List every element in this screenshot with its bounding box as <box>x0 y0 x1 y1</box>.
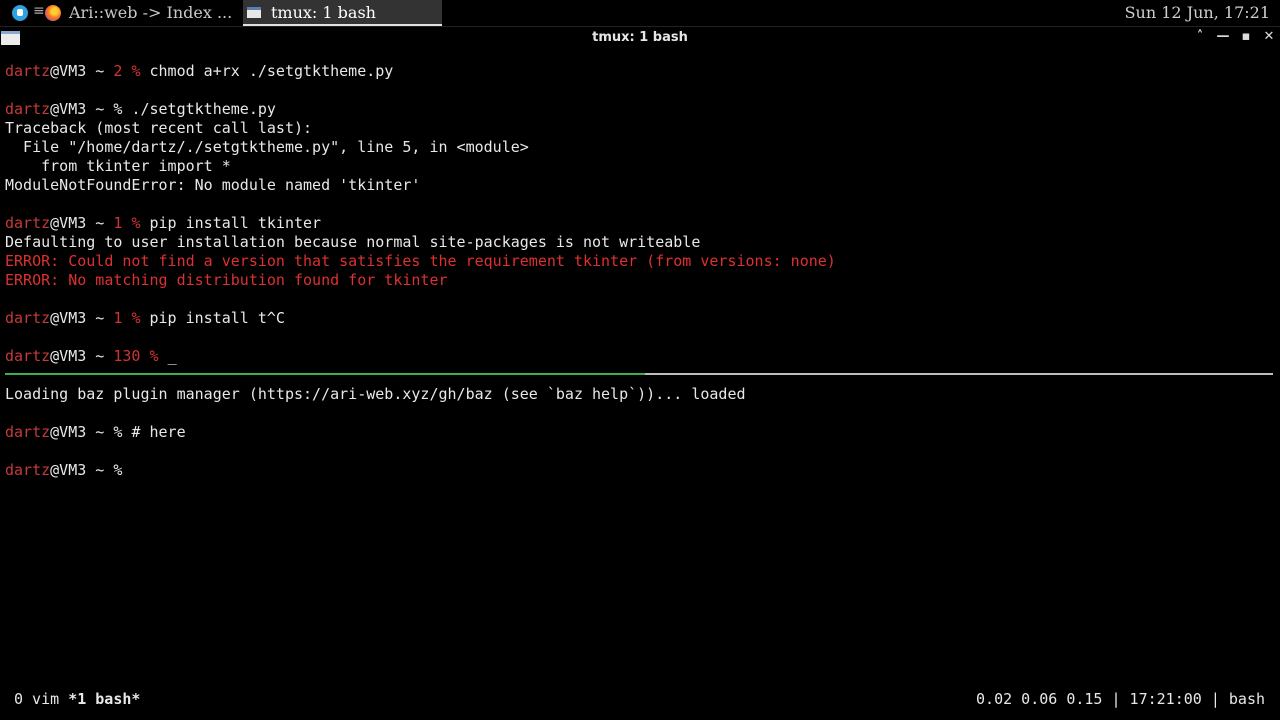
terminal-line: dartz@VM3 ~ % # here <box>5 423 186 441</box>
window-titlebar[interactable]: tmux: 1 bash ˄ — ▪ ✕ <box>0 26 1280 49</box>
top-panel: ≡ Ari::web -> Index ... tmux: 1 bash Sun… <box>0 0 1280 26</box>
terminal-line: dartz@VM3 ~ % ./setgtktheme.py <box>5 100 276 118</box>
tmux-window-vim[interactable]: 0 vim <box>14 690 59 708</box>
window-title: tmux: 1 bash <box>592 30 688 45</box>
tmux-pane-divider[interactable] <box>5 373 1273 375</box>
tmux-window-bash[interactable]: *1 bash* <box>68 690 140 708</box>
firefox-icon <box>45 5 61 21</box>
terminal-line: ModuleNotFoundError: No module named 'tk… <box>5 176 421 194</box>
terminal-line: dartz@VM3 ~ 130 % _ <box>5 347 177 365</box>
terminal-cursor: _ <box>167 347 177 365</box>
app-launcher-icon[interactable] <box>12 5 28 21</box>
terminal-line: Loading baz plugin manager (https://ari-… <box>5 385 746 403</box>
terminal-line: from tkinter import * <box>5 157 231 175</box>
terminal-icon <box>247 7 261 18</box>
tmux-status-right: 0.02 0.06 0.15 | 17:21:00 | bash <box>976 690 1265 708</box>
close-button[interactable]: ✕ <box>1261 29 1277 45</box>
terminal-line: File "/home/dartz/./setgtktheme.py", lin… <box>5 138 529 156</box>
terminal-prompt-line[interactable]: dartz@VM3 ~ % <box>5 461 131 480</box>
panel-clock[interactable]: Sun 12 Jun, 17:21 <box>1125 0 1270 26</box>
taskbar-item-label: tmux: 1 bash <box>271 3 376 22</box>
terminal-line: dartz@VM3 ~ 1 % pip install t^C <box>5 309 285 327</box>
terminal-line: dartz@VM3 ~ 1 % pip install tkinter <box>5 214 322 232</box>
taskbar-item-label: Ari::web -> Index ... <box>69 3 233 22</box>
terminal-line: dartz@VM3 ~ 2 % chmod a+rx ./setgtktheme… <box>5 62 394 80</box>
minimize-button[interactable]: — <box>1215 29 1231 45</box>
terminal-error-line: ERROR: No matching distribution found fo… <box>5 271 448 289</box>
taskbar-item-firefox[interactable]: Ari::web -> Index ... <box>43 0 240 26</box>
terminal-line: Traceback (most recent call last): <box>5 119 313 137</box>
maximize-button[interactable]: ▪ <box>1238 29 1254 45</box>
tmux-status-bar: 0 vim *1 bash* 0.02 0.06 0.15 | 17:21:00… <box>0 687 1280 711</box>
terminal-error-line: ERROR: Could not find a version that sat… <box>5 252 836 270</box>
terminal-line: Defaulting to user installation because … <box>5 233 701 251</box>
shade-button[interactable]: ˄ <box>1192 29 1208 45</box>
taskbar-item-tmux[interactable]: tmux: 1 bash <box>243 0 442 26</box>
terminal-area[interactable]: dartz@VM3 ~ 2 % chmod a+rx ./setgtktheme… <box>0 49 1280 720</box>
tmux-window-list: 0 vim *1 bash* <box>14 687 140 711</box>
